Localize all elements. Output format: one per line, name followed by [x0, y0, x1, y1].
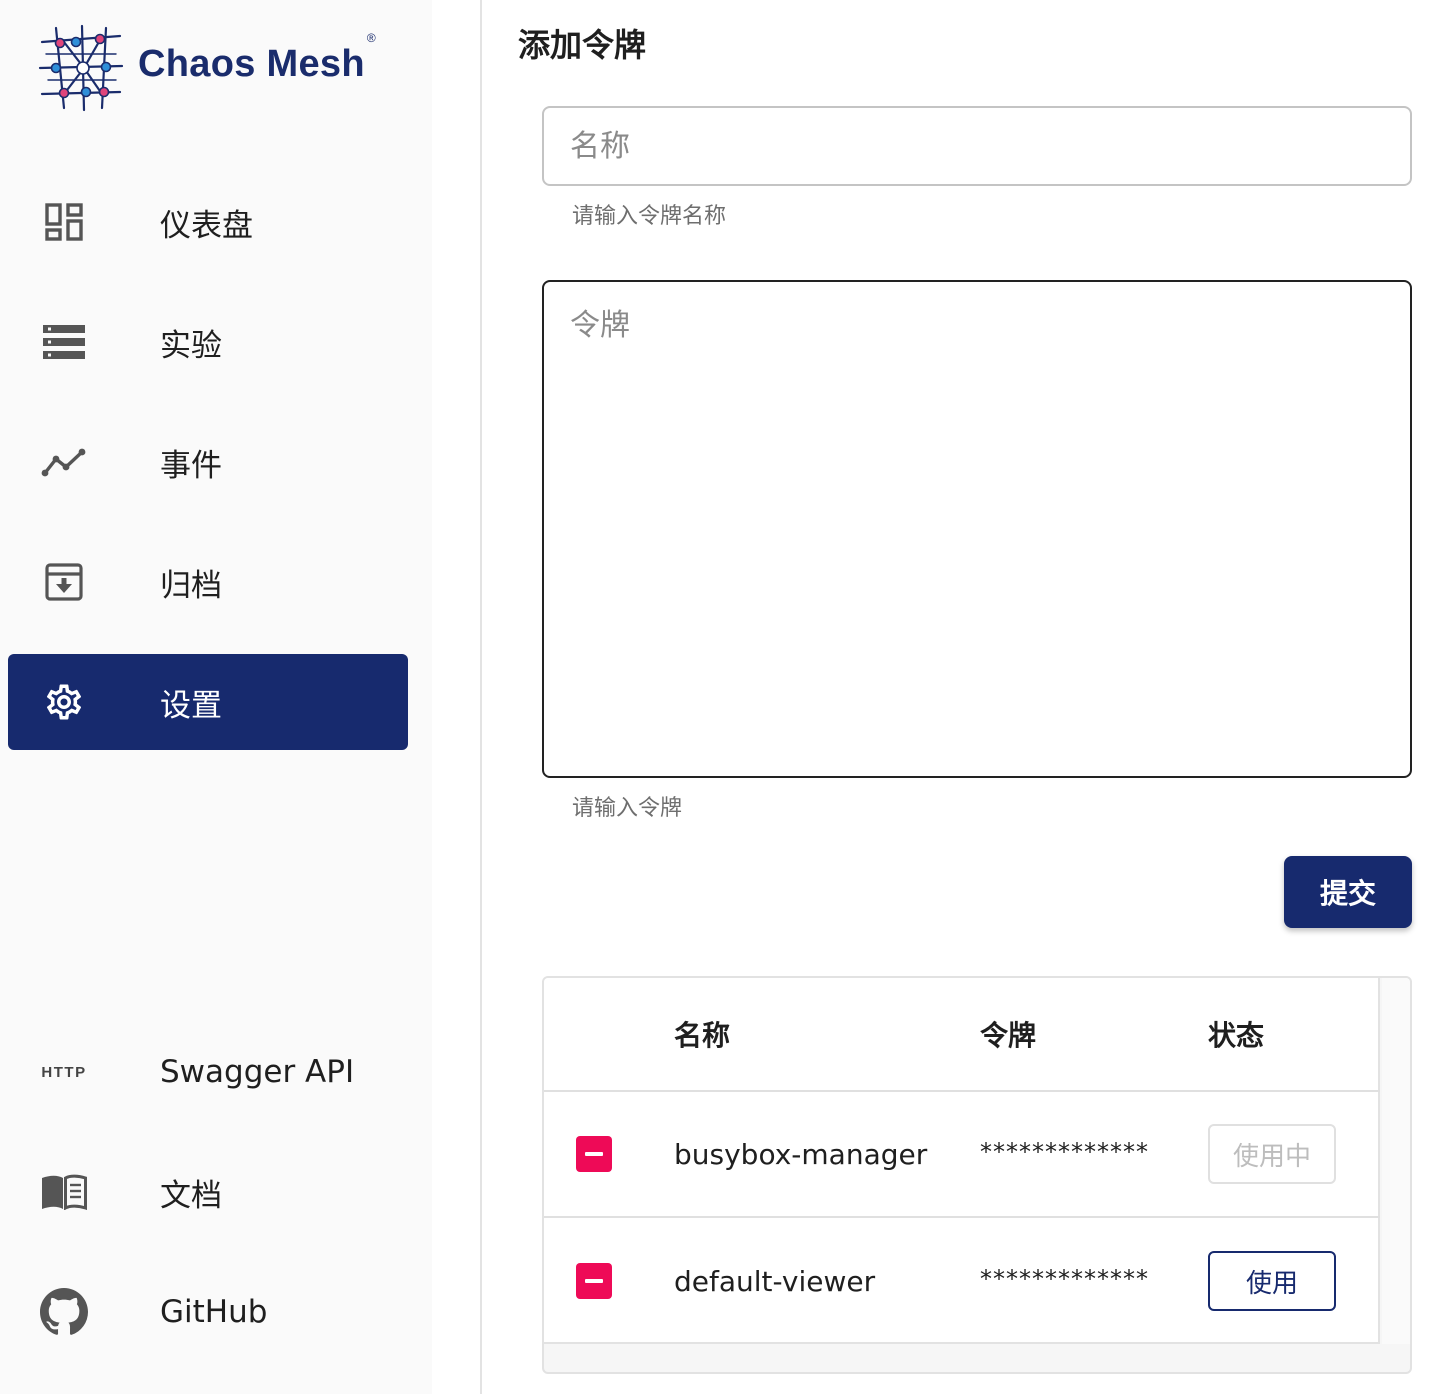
column-header-name: 名称 [674, 1019, 731, 1052]
sidebar-item-events[interactable]: 事件 [8, 414, 408, 510]
table-row: default-viewer ************* 使用 [544, 1218, 1380, 1344]
token-name-helper-text: 请输入令牌名称 [572, 204, 727, 229]
table-scrollbar[interactable] [1382, 978, 1410, 1344]
use-token-button[interactable]: 使用 [1208, 1251, 1336, 1311]
sidebar-item-label: Swagger API [160, 1054, 355, 1090]
tokens-table: 名称 令牌 状态 busybox-manager ************* 使… [542, 976, 1412, 1374]
brand-name: Chaos Mesh® [138, 30, 376, 85]
settings-gear-icon [46, 684, 82, 720]
token-name-input[interactable] [544, 108, 1410, 184]
minus-icon [585, 1152, 603, 1156]
column-header-token: 令牌 [980, 1019, 1037, 1052]
token-name-cell: busybox-manager [674, 1137, 928, 1171]
experiments-list-icon [43, 325, 85, 359]
remove-token-button[interactable] [576, 1263, 612, 1299]
book-icon [42, 1174, 87, 1210]
token-masked-cell: ************* [980, 1138, 1149, 1166]
token-in-use-button: 使用中 [1208, 1124, 1336, 1184]
sidebar-item-archives[interactable]: 归档 [8, 534, 408, 630]
token-name-cell: default-viewer [674, 1264, 876, 1298]
sidebar-item-label: GitHub [160, 1294, 268, 1330]
sidebar-item-label: 文档 [160, 1177, 222, 1214]
tokens-table-body: 名称 令牌 状态 busybox-manager ************* 使… [544, 978, 1380, 1344]
sidebar: Chaos Mesh® 仪表盘 实验 事件 归档 设置 HTTP Swagger… [0, 0, 432, 1394]
table-row: busybox-manager ************* 使用中 [544, 1092, 1380, 1218]
chaos-mesh-logo-icon [38, 24, 124, 112]
column-header-status: 状态 [1208, 1019, 1265, 1052]
table-header-row: 名称 令牌 状态 [544, 978, 1380, 1092]
sidebar-item-label: 仪表盘 [160, 207, 253, 244]
submit-button[interactable]: 提交 [1284, 856, 1412, 928]
events-chart-icon [41, 448, 86, 477]
sidebar-item-label: 设置 [160, 687, 222, 724]
github-icon [40, 1288, 88, 1335]
token-name-field[interactable] [542, 106, 1412, 186]
minus-icon [585, 1279, 603, 1283]
sidebar-item-label: 归档 [160, 567, 222, 604]
sidebar-item-dashboard[interactable]: 仪表盘 [8, 174, 408, 270]
token-masked-cell: ************* [980, 1265, 1149, 1293]
sidebar-item-experiments[interactable]: 实验 [8, 294, 408, 390]
dashboard-icon [45, 203, 83, 241]
archive-icon [45, 563, 83, 601]
page-title: 添加令牌 [518, 26, 647, 64]
http-icon: HTTP [41, 1063, 87, 1081]
token-value-helper-text: 请输入令牌 [572, 796, 683, 821]
sidebar-item-label: 事件 [160, 447, 222, 484]
sidebar-item-swagger-api[interactable]: HTTP Swagger API [8, 1024, 408, 1120]
sidebar-item-settings[interactable]: 设置 [8, 654, 408, 750]
remove-token-button[interactable] [576, 1136, 612, 1172]
sidebar-item-docs[interactable]: 文档 [8, 1144, 408, 1240]
brand-logo[interactable]: Chaos Mesh® [36, 22, 376, 114]
sidebar-item-github[interactable]: GitHub [8, 1264, 408, 1360]
token-value-textarea[interactable] [544, 282, 1410, 776]
sidebar-divider [480, 0, 482, 1394]
token-value-field[interactable] [542, 280, 1412, 778]
sidebar-item-label: 实验 [160, 327, 222, 364]
